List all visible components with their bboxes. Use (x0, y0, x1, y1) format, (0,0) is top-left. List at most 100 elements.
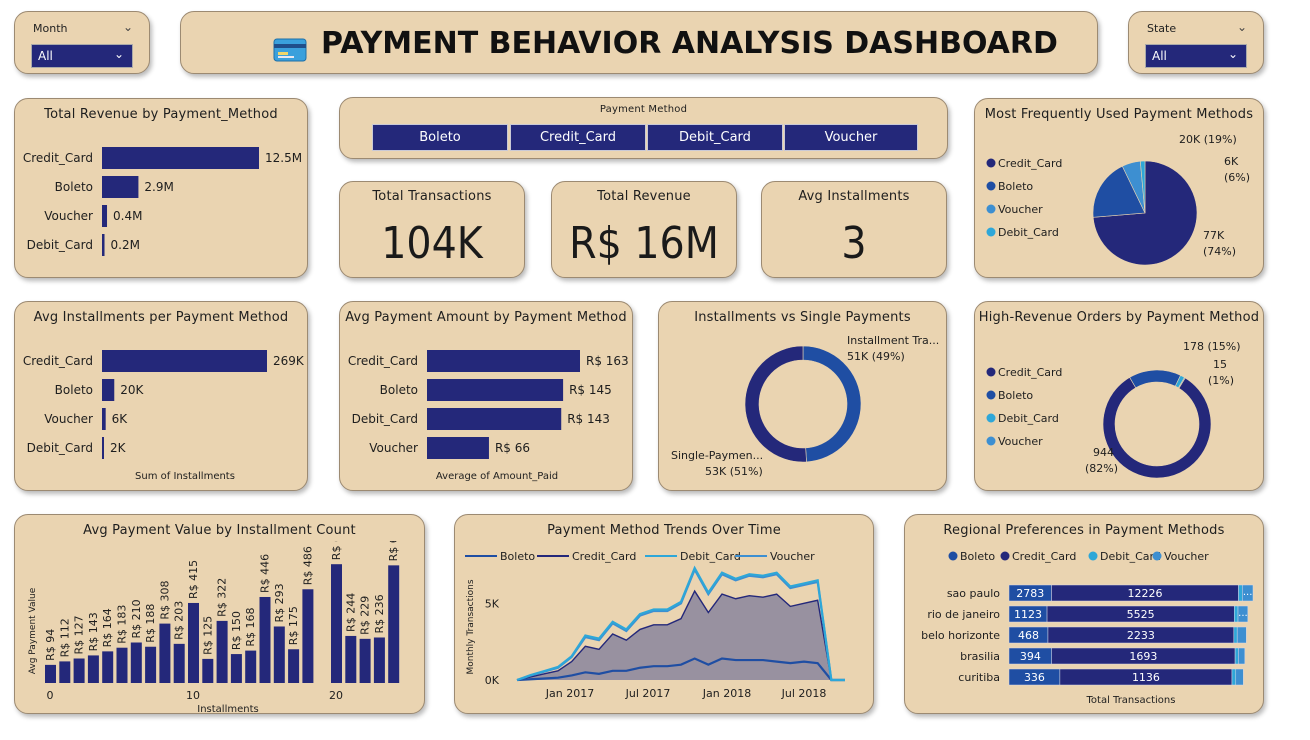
data-label: 12226 (1128, 587, 1163, 600)
data-label: 2783 (1016, 587, 1044, 600)
data-label: 0.4M (113, 209, 142, 223)
installments-vs-single-card: Installments vs Single Payments Installm… (658, 301, 947, 491)
chevron-down-icon[interactable]: ⌄ (123, 20, 133, 34)
legend-marker (948, 551, 958, 561)
bar (427, 350, 580, 372)
category-label: belo horizonte (921, 629, 1000, 642)
chart-title: Avg Payment Value by Installment Count (83, 523, 356, 538)
category-label: Debit_Card (27, 441, 93, 455)
bar (288, 649, 300, 683)
bar (145, 646, 157, 683)
data-label: R$ 415 (187, 560, 200, 599)
bar (359, 638, 371, 683)
data-label: R$ 236 (373, 594, 386, 633)
bar (230, 654, 242, 683)
bar-segment (1238, 584, 1243, 602)
month-slicer[interactable]: Month ⌄ All ⌄ (14, 11, 150, 74)
data-label: R$ 175 (287, 606, 300, 645)
category-label: Credit_Card (348, 354, 418, 368)
installments-by-method-card: Avg Installments per Payment Method Cred… (14, 301, 308, 491)
category-label: Voucher (44, 209, 93, 223)
data-label: (82%) (1085, 462, 1118, 475)
trends-chart: Boleto Credit_Card Debit_Card Voucher 0K 5K Ja… (465, 550, 845, 700)
data-label: R$ 164 (101, 608, 114, 647)
bar (188, 602, 199, 683)
legend-marker (986, 367, 996, 377)
chart-title: Most Frequently Used Payment Methods (984, 107, 1254, 122)
data-label: ... (1243, 587, 1253, 598)
state-dropdown[interactable]: All ⌄ (1145, 44, 1247, 68)
legend-label: Boleto (998, 389, 1033, 402)
bar (173, 643, 185, 683)
data-label: 0.2M (111, 238, 140, 252)
data-label: 336 (1024, 671, 1045, 684)
bar-segment (1231, 668, 1237, 686)
high-revenue-chart: Credit_Card Boleto Debit_Card Voucher 944 (82… (986, 340, 1241, 479)
payment-method-option-voucher[interactable]: Voucher (784, 124, 918, 151)
data-label: 1693 (1129, 650, 1157, 663)
legend-marker (986, 413, 996, 423)
x-axis-label: Installments (197, 704, 258, 714)
frequency-pie-card: Most Frequently Used Payment Methods Cre… (974, 98, 1264, 278)
bar-segment (1236, 626, 1247, 644)
state-value: All (1152, 49, 1167, 63)
payment-method-option-credit-card[interactable]: Credit_Card (510, 124, 646, 151)
legend-label: Debit_Card (680, 550, 741, 563)
bar (345, 635, 357, 683)
chart-title: Installments vs Single Payments (694, 310, 911, 325)
data-label: R$ 229 (359, 596, 372, 635)
chart-title: Regional Preferences in Payment Methods (943, 523, 1225, 538)
state-slicer[interactable]: State ⌄ All ⌄ (1128, 11, 1264, 74)
payment-method-option-debit-card[interactable]: Debit_Card (647, 124, 783, 151)
legend-marker (986, 204, 996, 214)
bar (102, 651, 114, 683)
data-label: R$ 210 (130, 599, 143, 638)
data-label: R$ 203 (173, 601, 186, 640)
data-label: 6K (112, 412, 129, 426)
data-label: R$ 183 (116, 605, 129, 644)
data-label: 944 (1093, 446, 1114, 459)
category-label: curitiba (958, 671, 1000, 684)
value-by-installments-chart: R$ 94 R$ 112 R$ 127 R$ 143 R$ 164 R$ 183 R$ 21… (28, 541, 400, 714)
bar (273, 626, 285, 683)
legend-label: Voucher (998, 203, 1043, 216)
chevron-down-icon[interactable]: ⌄ (1237, 20, 1247, 34)
data-label: 2K (110, 441, 127, 455)
payment-method-slicer: Payment Method Boleto Credit_Card Debit_… (339, 97, 948, 159)
data-label: 2.9M (144, 180, 173, 194)
month-dropdown[interactable]: All ⌄ (31, 44, 133, 68)
data-label: 12.5M (265, 151, 302, 165)
kpi-label: Avg Installments (798, 189, 910, 204)
category-label: Debit_Card (27, 238, 93, 252)
bar (216, 620, 228, 683)
payment-method-slicer-title: Payment Method (599, 104, 688, 115)
category-label: Debit_Card (352, 412, 418, 426)
data-label: 178 (15%) (1183, 340, 1241, 353)
x-tick-label: 0 (47, 689, 54, 702)
avg-amount-card: Avg Payment Amount by Payment Method Cre… (339, 301, 633, 491)
kpi-total-revenue: Total Revenue R$ 16M (551, 181, 737, 278)
legend-label: Credit_Card (1012, 550, 1076, 563)
category-label: Boleto (380, 383, 418, 397)
x-tick-label: Jul 2018 (781, 687, 827, 700)
credit-card-icon (273, 38, 307, 62)
bar (427, 437, 489, 459)
x-tick-label: Jul 2017 (625, 687, 671, 700)
data-label: R$ 143 (87, 612, 100, 651)
legend-label: Credit_Card (998, 157, 1062, 170)
bar (102, 437, 104, 459)
legend-marker (986, 390, 996, 400)
bar-segment (1235, 668, 1244, 686)
data-label: (1%) (1208, 374, 1234, 387)
legend-label: Voucher (1164, 550, 1209, 563)
category-label: Voucher (44, 412, 93, 426)
bar (102, 205, 108, 227)
bar (159, 623, 171, 683)
legend-label: Voucher (998, 435, 1043, 448)
legend-label: Credit_Card (998, 366, 1062, 379)
bar (427, 408, 562, 430)
chevron-down-icon: ⌄ (113, 47, 124, 61)
bar (388, 565, 400, 683)
payment-method-option-boleto[interactable]: Boleto (372, 124, 508, 151)
category-label: Credit_Card (23, 151, 93, 165)
